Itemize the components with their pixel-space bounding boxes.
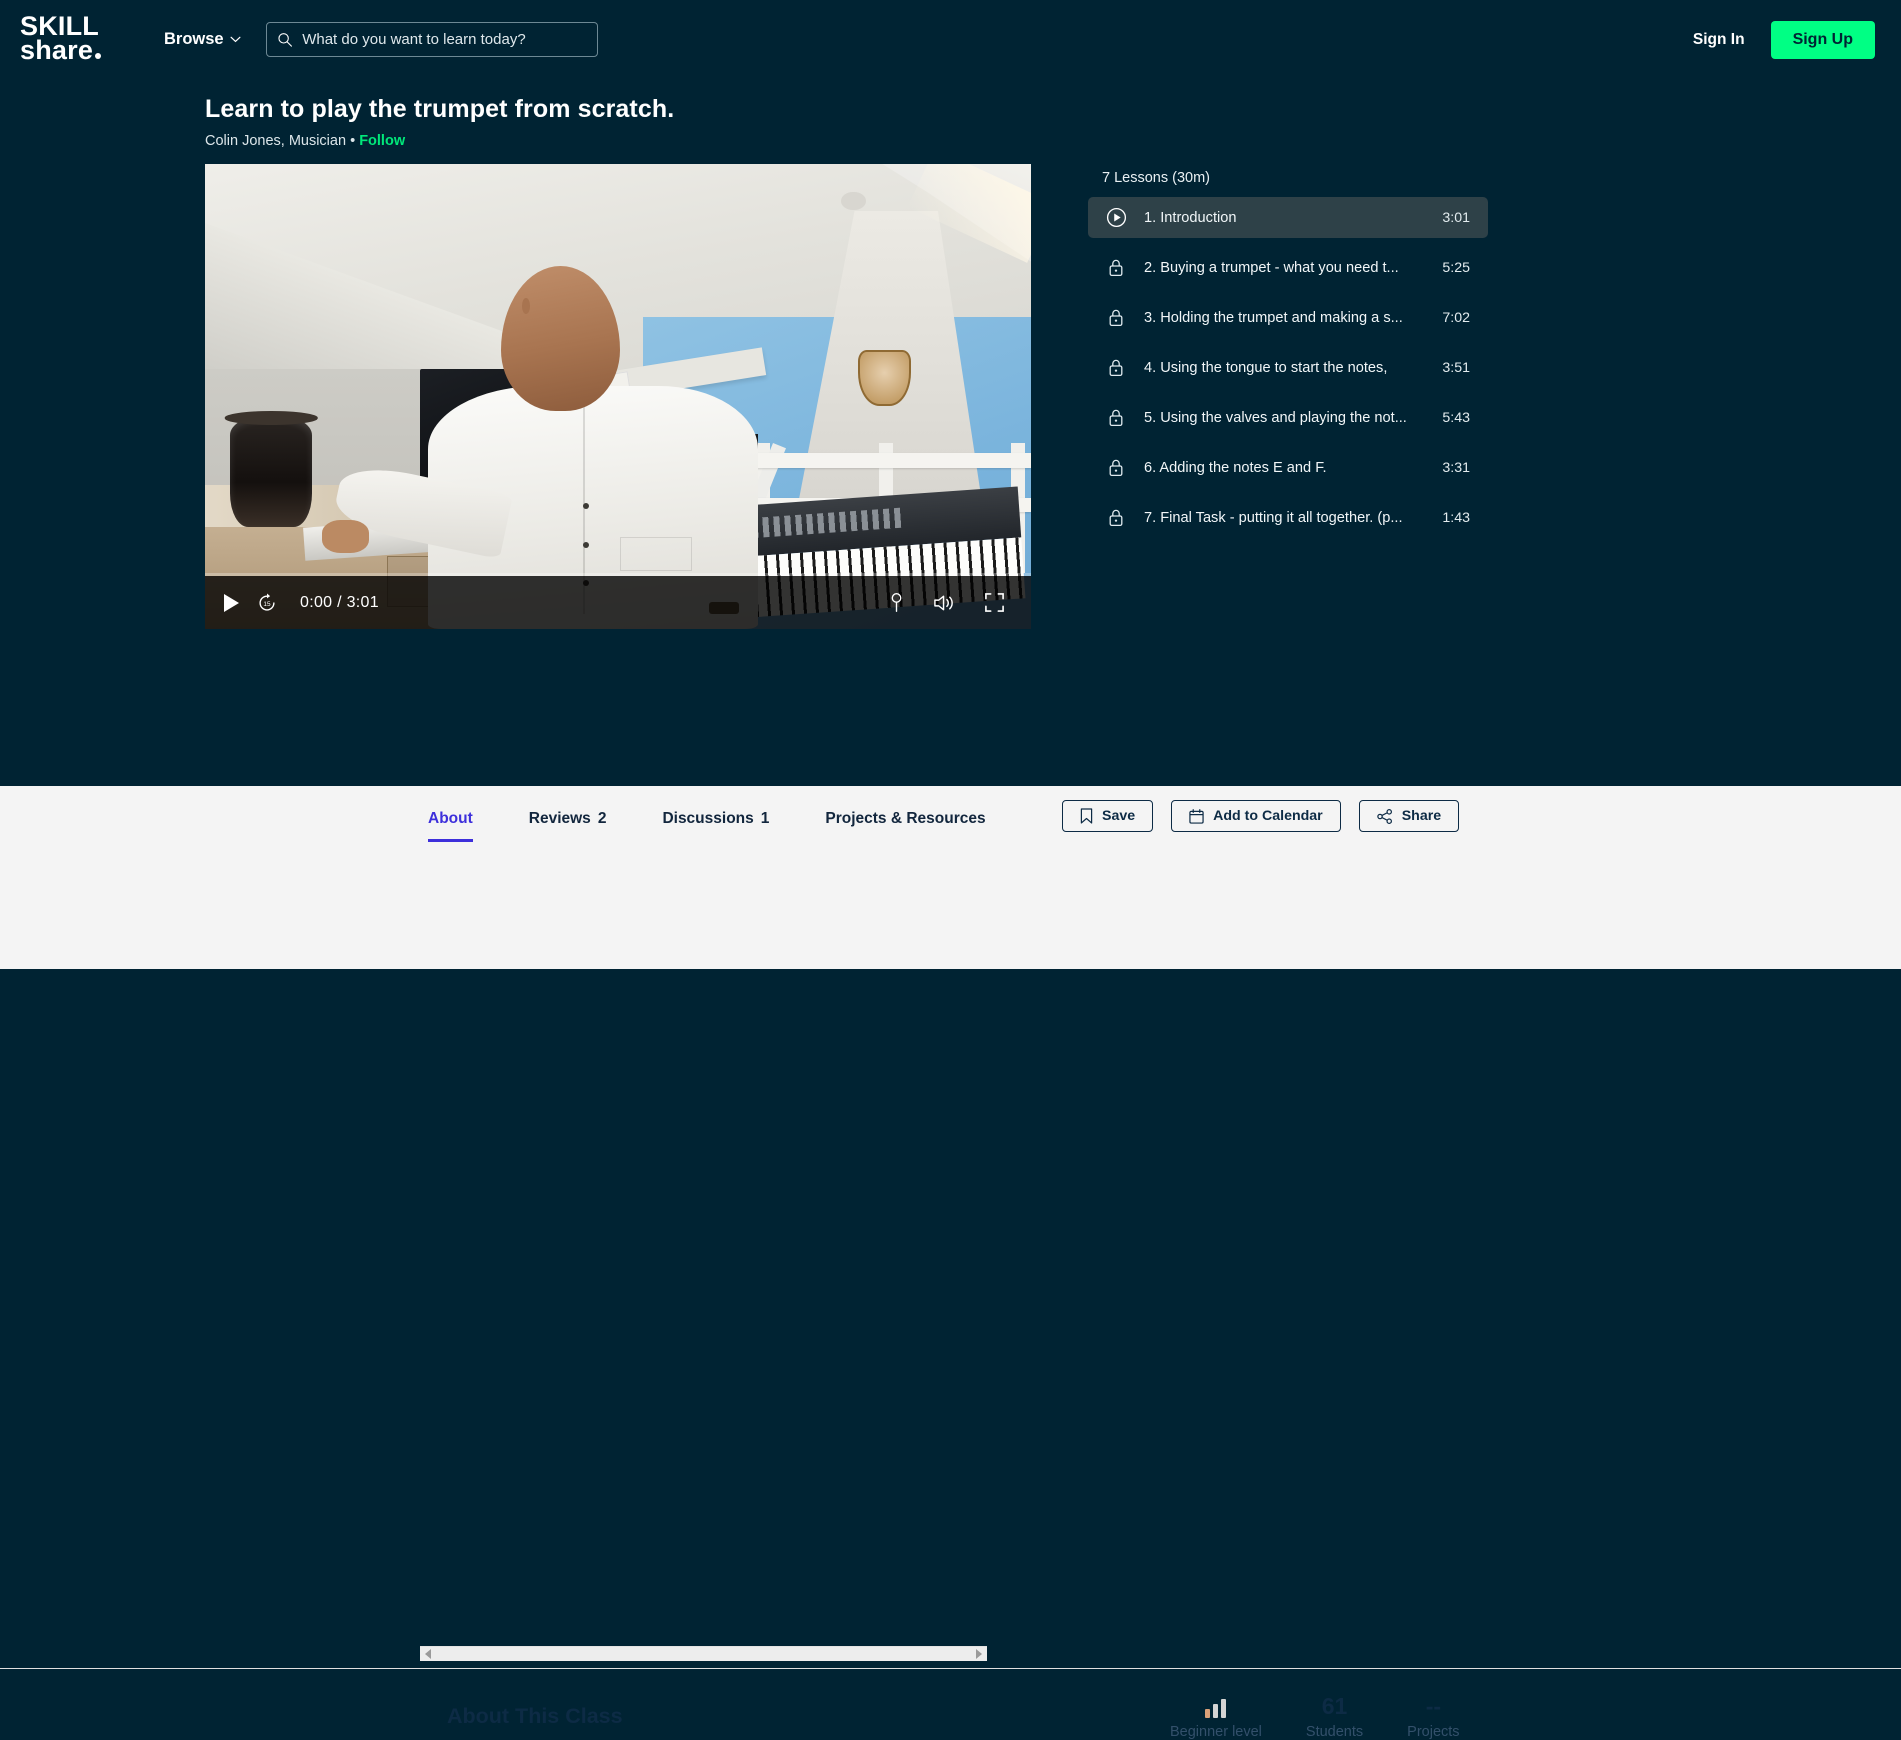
player-controls: 15 0:00 / 3:01 [205,573,1031,629]
lesson-row-5[interactable]: 5. Using the valves and playing the not.… [1088,397,1488,438]
browse-label: Browse [164,30,224,48]
scroll-right-arrow-icon[interactable] [976,1649,982,1659]
lesson-title: 7. Final Task - putting it all together.… [1144,509,1403,526]
lesson-row-6[interactable]: 6. Adding the notes E and F. 3:31 [1088,447,1488,488]
projects-value: -- [1425,1693,1442,1719]
video-frame [205,164,1031,629]
video-player[interactable]: 15 0:00 / 3:01 [205,164,1031,629]
share-icon [1376,808,1392,824]
students-value: 61 [1321,1693,1348,1719]
tab-bar: About Reviews 2 Discussions 1 Projects & R… [0,786,1901,850]
logo-dot-icon [95,52,102,59]
tab-label: Reviews [528,810,591,827]
calendar-icon [1189,808,1204,824]
lesson-title: 2. Buying a trumpet - what you need t... [1144,259,1399,276]
lesson-title: 5. Using the valves and playing the not.… [1144,409,1407,426]
lesson-duration: 3:01 [1442,209,1470,226]
lesson-duration: 5:43 [1442,409,1470,426]
stat-students: 61 Students [1306,1694,1363,1740]
tab-count: 1 [760,810,770,827]
lesson-row-2[interactable]: 2. Buying a trumpet - what you need t...… [1088,247,1488,288]
lesson-title: 1. Introduction [1144,209,1237,226]
search-icon [278,33,292,47]
time-display: 0:00 / 3:01 [300,593,379,611]
lock-icon [1104,258,1128,278]
class-stats: Beginner level 61 Students -- Projects [1170,1694,1460,1740]
class-action-buttons: Save Add to Calendar Share [1062,800,1460,832]
page-title: Learn to play the trumpet from scratch. [205,95,675,123]
skillshare-logo[interactable]: SKILL share [20,13,124,63]
tab-projects-resources[interactable]: Projects & Resources [825,786,985,842]
level-label: Beginner level [1170,1724,1262,1740]
lock-icon [1104,358,1128,378]
lock-icon [1104,308,1128,328]
class-hero: Learn to play the trumpet from scratch. … [0,79,1901,149]
share-button[interactable]: Share [1358,800,1460,832]
lesson-title: 3. Holding the trumpet and making a s... [1144,309,1403,326]
lesson-duration: 3:31 [1442,459,1470,476]
lock-icon [1104,508,1128,528]
class-detail-panel: About Reviews 2 Discussions 1 Projects & R… [0,786,1901,1740]
skip-forward-15-icon[interactable]: 15 [256,592,278,614]
class-byline: Colin Jones, Musician • Follow [205,133,1901,149]
lock-icon [1104,408,1128,428]
play-button[interactable] [223,593,240,613]
site-header: SKILL share Browse Sign In Sign Up [0,0,1901,79]
search-input[interactable] [302,31,587,48]
tab-discussions[interactable]: Discussions 1 [662,786,769,842]
scroll-left-arrow-icon[interactable] [425,1649,431,1659]
lesson-duration: 7:02 [1442,309,1470,326]
lesson-duration: 3:51 [1442,359,1470,376]
section-divider [0,1668,1901,1669]
skip-seconds-label: 15 [263,600,271,607]
lesson-row-1[interactable]: 1. Introduction 3:01 [1088,197,1488,238]
byline-separator: • [350,133,356,149]
lesson-list-panel: 7 Lessons (30m) 1. Introduction 3:01 2. … [1088,164,1488,629]
lesson-row-4[interactable]: 4. Using the tongue to start the notes, … [1088,347,1488,388]
sign-up-button[interactable]: Sign Up [1770,20,1875,59]
save-button[interactable]: Save [1062,800,1154,832]
bookmark-icon [1080,808,1093,824]
about-this-class-heading: About This Class [447,1704,623,1728]
follow-button[interactable]: Follow [359,133,405,149]
calendar-label: Add to Calendar [1213,808,1323,824]
projects-label: Projects [1407,1724,1460,1740]
search-bar[interactable] [265,22,598,57]
lesson-row-7[interactable]: 7. Final Task - putting it all together.… [1088,497,1488,538]
logo-line-2: share [20,34,94,65]
stat-projects: -- Projects [1407,1694,1459,1740]
volume-icon[interactable] [933,593,956,613]
fullscreen-icon[interactable] [984,592,1005,613]
header-actions: Sign In Sign Up [1693,20,1875,59]
tab-label: Projects & Resources [825,810,986,827]
level-bars-icon [1170,1699,1262,1719]
tab-count: 2 [597,810,607,827]
save-label: Save [1102,808,1136,824]
player-and-lessons: 15 0:00 / 3:01 7 Lessons (30m) 1. Introd… [0,164,1901,629]
browse-menu[interactable]: Browse [164,30,241,49]
lesson-duration: 5:25 [1442,259,1470,276]
lesson-duration: 1:43 [1442,509,1470,526]
tab-label: Discussions [662,810,754,827]
tab-reviews[interactable]: Reviews 2 [529,786,607,842]
lesson-title: 6. Adding the notes E and F. [1144,459,1327,476]
chevron-down-icon [230,36,241,43]
tab-about[interactable]: About [428,786,473,842]
tabs-horizontal-scrollbar[interactable] [420,1646,987,1661]
tab-label: About [428,810,473,827]
share-label: Share [1401,808,1442,824]
add-to-calendar-button[interactable]: Add to Calendar [1171,800,1341,832]
pin-marker-icon[interactable] [888,592,905,614]
students-label: Students [1305,1724,1364,1740]
progress-bar[interactable] [205,573,1031,576]
lessons-count-heading: 7 Lessons (30m) [1102,170,1210,186]
stat-level: Beginner level [1170,1699,1262,1740]
play-circle-icon [1104,207,1128,228]
author-name[interactable]: Colin Jones, Musician [205,133,346,149]
lock-icon [1104,458,1128,478]
lesson-row-3[interactable]: 3. Holding the trumpet and making a s...… [1088,297,1488,338]
sign-in-link[interactable]: Sign In [1693,31,1745,49]
lesson-title: 4. Using the tongue to start the notes, [1144,359,1388,376]
